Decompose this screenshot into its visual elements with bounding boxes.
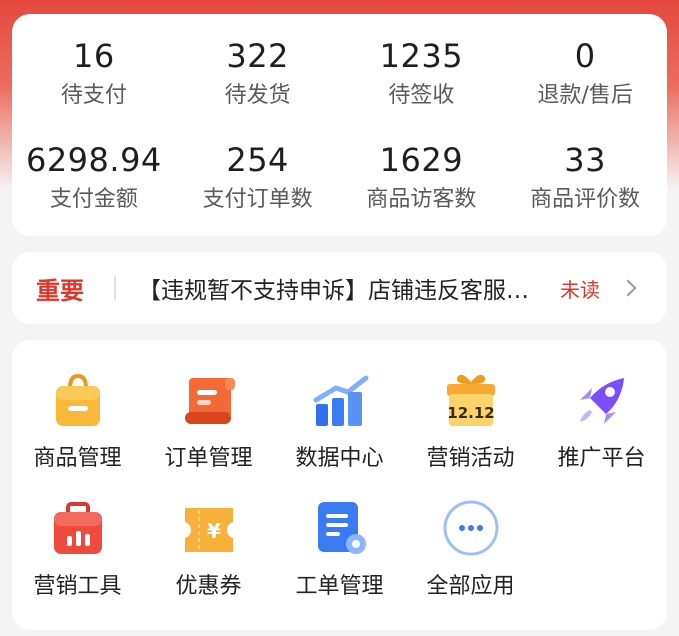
app-data-center[interactable]: 数据中心	[274, 370, 405, 472]
app-label: 数据中心	[295, 446, 384, 471]
gift-badge-text: 12.12	[447, 404, 494, 422]
stat-value: 254	[226, 141, 289, 179]
app-label: 订单管理	[164, 446, 253, 471]
stat-value: 33	[564, 141, 606, 179]
stat-product-visitors[interactable]: 1629 商品访客数	[340, 140, 504, 218]
order-scroll-icon	[179, 370, 239, 430]
app-label: 优惠券	[175, 574, 242, 599]
coupon-symbol: ¥	[207, 519, 221, 543]
coupon-icon: ¥	[179, 498, 239, 558]
stat-product-reviews[interactable]: 33 商品评价数	[503, 140, 667, 218]
shopping-bag-icon	[48, 370, 108, 430]
notice-divider	[114, 275, 116, 301]
stat-label: 商品评价数	[530, 187, 641, 212]
stat-value: 16	[73, 37, 115, 75]
stat-value: 6298.94	[25, 141, 162, 179]
stat-value: 0	[574, 37, 596, 75]
important-notice-bar[interactable]: 重要 【违规暂不支持申诉】店铺违反客服相关规则 未读	[12, 252, 667, 324]
stat-label: 待签收	[388, 83, 455, 108]
app-label: 工单管理	[295, 574, 384, 599]
app-all-applications[interactable]: 全部应用	[405, 498, 536, 600]
gift-box-icon: 12.12	[441, 370, 501, 430]
stat-payment-amount[interactable]: 6298.94 支付金额	[12, 140, 176, 218]
stat-value: 1629	[379, 141, 464, 179]
stats-row-orders: 16 待支付 322 待发货 1235 待签收 0 退款/售后	[12, 36, 667, 114]
toolbox-icon	[48, 498, 108, 558]
stat-label: 支付订单数	[202, 187, 313, 212]
notice-text: 【违规暂不支持申诉】店铺违反客服相关规则	[138, 278, 538, 304]
stat-label: 商品访客数	[366, 187, 477, 212]
stat-label: 退款/售后	[537, 83, 633, 108]
app-label: 商品管理	[33, 446, 122, 471]
app-label: 营销工具	[33, 574, 122, 599]
stat-pending-receipt[interactable]: 1235 待签收	[340, 36, 504, 114]
more-icon	[441, 498, 501, 558]
stat-pending-shipment[interactable]: 322 待发货	[176, 36, 340, 114]
app-label: 推广平台	[557, 446, 646, 471]
chevron-right-icon	[619, 279, 637, 297]
app-label: 营销活动	[426, 446, 515, 471]
notice-tag: 重要	[36, 276, 84, 305]
stat-label: 待发货	[224, 83, 291, 108]
app-promotion-platform[interactable]: 推广平台	[536, 370, 667, 472]
app-product-management[interactable]: 商品管理	[12, 370, 143, 472]
stat-refund[interactable]: 0 退款/售后	[503, 36, 667, 114]
stat-label: 支付金额	[49, 187, 138, 212]
stat-value: 1235	[379, 37, 464, 75]
stats-row-performance: 6298.94 支付金额 254 支付订单数 1629 商品访客数 33 商品评…	[12, 140, 667, 218]
app-coupons[interactable]: ¥ 优惠券	[143, 498, 274, 600]
notice-unread-badge: 未读	[560, 277, 600, 302]
stat-paid-orders[interactable]: 254 支付订单数	[176, 140, 340, 218]
bar-chart-icon	[310, 370, 370, 430]
stat-pending-payment[interactable]: 16 待支付	[12, 36, 176, 114]
apps-grid-card: 商品管理 订单管理 数据中心 12.12 营销活动 推广平台 营销工具 ¥ 优惠…	[12, 340, 667, 630]
stat-value: 322	[226, 37, 289, 75]
app-marketing-activity[interactable]: 12.12 营销活动	[405, 370, 536, 472]
order-stats-card: 16 待支付 322 待发货 1235 待签收 0 退款/售后 6298.94 …	[12, 14, 667, 236]
app-label: 全部应用	[426, 574, 515, 599]
ticket-document-icon	[310, 498, 370, 558]
rocket-icon	[572, 370, 632, 430]
app-ticket-management[interactable]: 工单管理	[274, 498, 405, 600]
stat-label: 待支付	[60, 83, 127, 108]
app-marketing-tools[interactable]: 营销工具	[12, 498, 143, 600]
app-order-management[interactable]: 订单管理	[143, 370, 274, 472]
